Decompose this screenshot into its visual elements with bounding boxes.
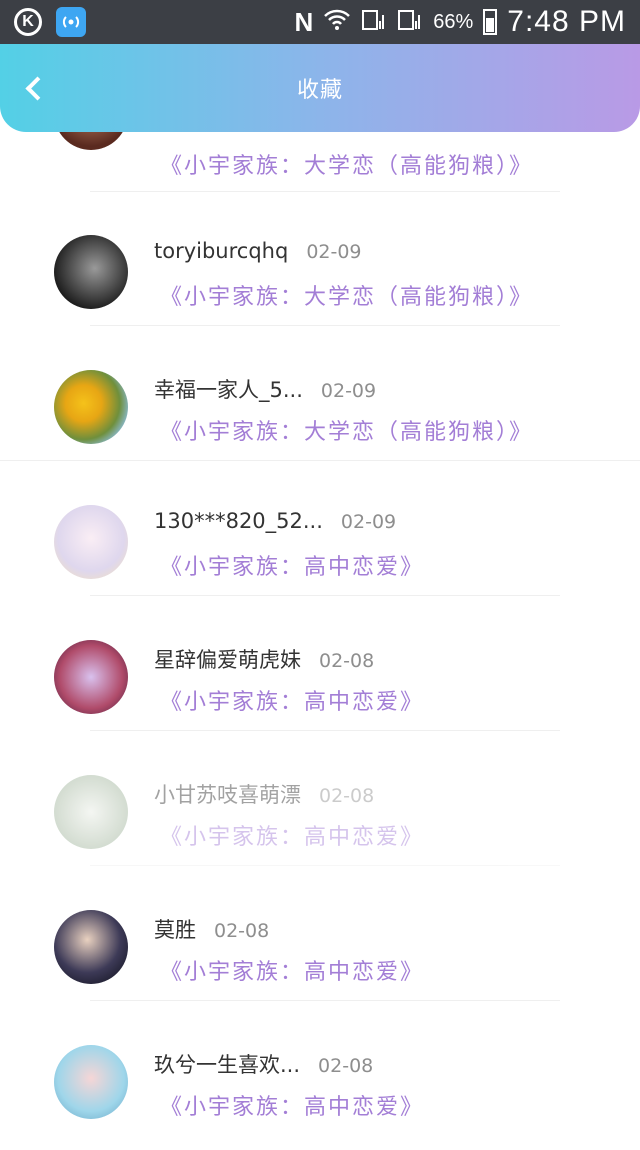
user-name: 玖兮一生喜欢... bbox=[154, 1053, 301, 1077]
date: 02-09 bbox=[306, 241, 362, 263]
work-title: 《小宇家族：大学恋（高能狗粮）》 bbox=[160, 420, 534, 445]
sim1-signal-icon bbox=[361, 7, 387, 38]
divider bbox=[90, 191, 560, 192]
battery-percent: 66% bbox=[433, 10, 474, 33]
work-title: 《小宇家族：高中恋爱》 bbox=[160, 555, 425, 580]
k-app-icon: K bbox=[14, 8, 42, 36]
chevron-left-icon bbox=[24, 75, 50, 101]
work-title: 《小宇家族：大学恋（高能狗粮）》 bbox=[160, 154, 534, 179]
divider bbox=[90, 595, 560, 596]
date: 02-09 bbox=[340, 511, 397, 533]
nfc-icon: N bbox=[294, 6, 314, 37]
avatar bbox=[54, 1045, 128, 1119]
page-title: 收藏 bbox=[296, 78, 343, 103]
list-item[interactable]: 130***820_52... 02-09 《小宇家族：高中恋爱》 bbox=[0, 475, 640, 610]
list-item[interactable]: 星辞偏爱萌虎妹 02-08 《小宇家族：高中恋爱》 bbox=[0, 610, 640, 745]
wifi-hotspot-app-icon bbox=[56, 7, 86, 37]
avatar bbox=[54, 370, 128, 444]
user-name: 星辞偏爱萌虎妹 bbox=[154, 648, 301, 672]
divider bbox=[90, 325, 560, 326]
date: 02-08 bbox=[318, 1055, 374, 1077]
date: 02-08 bbox=[214, 920, 270, 942]
divider bbox=[90, 730, 560, 731]
user-name: 130***820_52... bbox=[154, 509, 323, 533]
list-item[interactable]: 莫胜 02-08 《小宇家族：高中恋爱》 bbox=[0, 880, 640, 1015]
avatar bbox=[54, 775, 128, 849]
user-name: 小甘苏吱喜萌漂 bbox=[154, 783, 301, 807]
list-item[interactable]: 小甘苏吱喜萌漂 02-08 《小宇家族：高中恋爱》 bbox=[0, 745, 640, 880]
date: 02-08 bbox=[319, 785, 375, 807]
divider bbox=[0, 460, 640, 461]
sim2-signal-icon bbox=[397, 7, 423, 38]
user-name: toryiburcqhq bbox=[154, 239, 289, 263]
date: 02-08 bbox=[319, 650, 375, 672]
avatar bbox=[54, 505, 128, 579]
avatar bbox=[54, 235, 128, 309]
status-bar: K N 66% 7:48 PM bbox=[0, 0, 640, 44]
wifi-icon bbox=[323, 8, 351, 37]
battery-icon bbox=[483, 9, 498, 35]
work-title: 《小宇家族：高中恋爱》 bbox=[160, 960, 425, 985]
list-item[interactable]: toryiburcqhq 02-09 《小宇家族：大学恋（高能狗粮）》 bbox=[0, 205, 640, 340]
list-item[interactable]: 幸福一家人_5... 02-09 《小宇家族：大学恋（高能狗粮）》 bbox=[0, 340, 640, 475]
avatar bbox=[54, 910, 128, 984]
list-item[interactable]: 玖兮一生喜欢... 02-08 《小宇家族：高中恋爱》 bbox=[0, 1015, 640, 1150]
work-title: 《小宇家族：高中恋爱》 bbox=[160, 825, 425, 850]
user-name: 莫胜 bbox=[154, 918, 196, 942]
work-title: 《小宇家族：高中恋爱》 bbox=[160, 1095, 425, 1120]
back-button[interactable] bbox=[20, 72, 50, 104]
user-name: 幸福一家人_5... bbox=[154, 378, 303, 402]
work-title: 《小宇家族：高中恋爱》 bbox=[160, 690, 425, 715]
divider bbox=[90, 865, 560, 866]
work-title: 《小宇家族：大学恋（高能狗粮）》 bbox=[160, 285, 534, 310]
top-bar: 收藏 bbox=[0, 44, 640, 132]
date: 02-09 bbox=[320, 380, 377, 402]
divider bbox=[90, 1000, 560, 1001]
clock: 7:48 PM bbox=[507, 5, 626, 38]
avatar bbox=[54, 640, 128, 714]
